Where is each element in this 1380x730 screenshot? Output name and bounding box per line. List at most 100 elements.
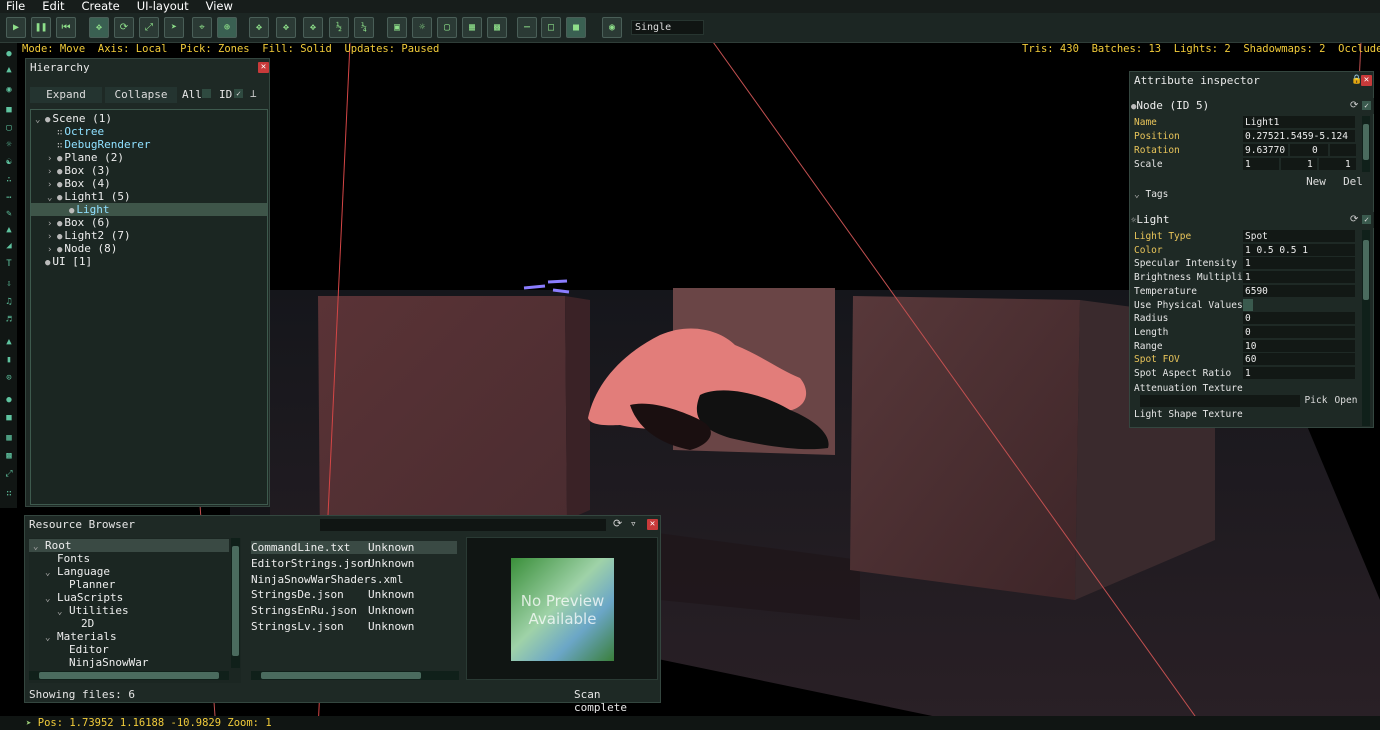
tree-node[interactable]: ∷ DebugRenderer: [31, 138, 267, 151]
reset-icon[interactable]: ⟳: [1350, 98, 1358, 114]
network-icon[interactable]: ⊙: [4, 373, 14, 383]
node-scrollbar[interactable]: [1362, 116, 1370, 172]
close-icon[interactable]: ✕: [258, 62, 269, 73]
physical-values-checkbox[interactable]: [1243, 298, 1253, 311]
scale-tool-icon[interactable]: ⤢: [139, 17, 159, 38]
snap-half-icon[interactable]: ½: [329, 17, 349, 38]
attribute-value[interactable]: 0: [1243, 325, 1355, 338]
menu-create[interactable]: Create: [82, 0, 120, 13]
dir-vscroll[interactable]: [231, 538, 240, 668]
script-icon[interactable]: ▲: [4, 337, 14, 347]
scale-z-field[interactable]: 1: [1319, 158, 1356, 170]
listener-icon[interactable]: ♬: [4, 315, 14, 325]
directory-item[interactable]: NinjaSnowWar: [29, 656, 229, 669]
render-mode-select[interactable]: Single: [631, 20, 704, 35]
attribute-value[interactable]: 10: [1243, 339, 1355, 352]
directory-item[interactable]: ⌄ Root: [29, 539, 229, 552]
pick-zones-icon[interactable]: ▢: [437, 17, 457, 38]
node-section-header[interactable]: ●Node (ID 5) ⟳ ✓: [1131, 98, 1374, 114]
pick-geometry-icon[interactable]: ▣: [387, 17, 407, 38]
zone-icon[interactable]: ▢: [4, 123, 14, 133]
resource-search-input[interactable]: [320, 519, 606, 531]
local-axis-icon[interactable]: ⌖: [192, 17, 212, 38]
attenuation-field[interactable]: [1140, 395, 1300, 407]
snap-scale-icon[interactable]: ✥: [303, 17, 323, 38]
tree-node[interactable]: ⌄ ● Light1 (5): [31, 190, 267, 203]
tree-node[interactable]: › ● Light2 (7): [31, 229, 267, 242]
rotation-z-field[interactable]: 0: [1290, 144, 1328, 156]
all-checkbox[interactable]: [202, 89, 211, 98]
camera-icon[interactable]: ◉: [4, 85, 14, 95]
snap-move-icon[interactable]: ✥: [249, 17, 269, 38]
directory-item[interactable]: ⌄ Utilities: [29, 604, 229, 617]
node-icon[interactable]: ●: [4, 49, 14, 59]
physics-icon[interactable]: ●: [4, 395, 14, 405]
refresh-icon[interactable]: ⟳: [613, 517, 622, 530]
attribute-value[interactable]: 0: [1243, 312, 1355, 325]
attribute-value[interactable]: 1: [1243, 271, 1355, 284]
file-row[interactable]: StringsLv.json Unknown: [251, 620, 457, 633]
rotate-tool-icon[interactable]: ⟳: [114, 17, 134, 38]
position-field[interactable]: 0.27521.5459-5.124: [1243, 130, 1355, 142]
pick-ui-icon[interactable]: ▩: [487, 17, 507, 38]
directory-item[interactable]: Fonts: [29, 552, 229, 565]
reset-icon[interactable]: ⟳: [1350, 212, 1358, 228]
directory-item[interactable]: 2D: [29, 617, 229, 630]
file-row[interactable]: EditorStrings.jsonUnknown: [251, 557, 457, 570]
collapse-button[interactable]: Collapse: [105, 87, 177, 103]
tree-node[interactable]: ∷ Octree: [31, 125, 267, 138]
path-icon[interactable]: ⤢: [4, 469, 14, 479]
create-icon[interactable]: ▲: [4, 65, 14, 75]
enabled-checkbox[interactable]: ✓: [1362, 101, 1371, 110]
light-scrollbar[interactable]: [1362, 230, 1370, 426]
sort-icon[interactable]: ⊥: [250, 87, 257, 100]
directory-item[interactable]: ⌄ LuaScripts: [29, 591, 229, 604]
text-icon[interactable]: T: [4, 259, 14, 269]
particles-icon[interactable]: ∴: [4, 175, 14, 185]
figure-icon[interactable]: ☯: [4, 157, 14, 167]
scale-y-field[interactable]: 1: [1281, 158, 1317, 170]
close-icon[interactable]: ✕: [1361, 75, 1372, 86]
file-row[interactable]: StringsEnRu.json Unknown: [251, 604, 457, 617]
geometry-icon[interactable]: ▦: [4, 433, 14, 443]
pick-rigidbodies-icon[interactable]: ▦: [462, 17, 482, 38]
directory-item[interactable]: ⌄ Language: [29, 565, 229, 578]
expand-button[interactable]: Expand: [30, 87, 102, 103]
scale-x-field[interactable]: 1: [1243, 158, 1279, 170]
menu-ui-layout[interactable]: UI-layout: [137, 0, 189, 13]
close-icon[interactable]: ✕: [647, 519, 658, 530]
restart-icon[interactable]: ⏮: [56, 17, 76, 38]
play-icon[interactable]: ▶: [6, 17, 26, 38]
tree-node[interactable]: › ● Box (4): [31, 177, 267, 190]
file-row[interactable]: CommandLine.txt Unknown: [251, 541, 457, 554]
snap-rotate-icon[interactable]: ✥: [276, 17, 296, 38]
tags-row[interactable]: ⌄ Tags: [1134, 188, 1356, 201]
tree-node[interactable]: ● Light: [31, 203, 267, 216]
brush-icon[interactable]: ✎: [4, 209, 14, 219]
camera-eye-icon[interactable]: ◉: [602, 17, 622, 38]
attribute-value[interactable]: 1 0.5 0.5 1: [1243, 243, 1355, 256]
file-hscroll[interactable]: [251, 671, 459, 680]
model-icon[interactable]: ■: [4, 105, 14, 115]
filter-icon[interactable]: ▿: [630, 517, 637, 530]
tree-node[interactable]: › ● Box (3): [31, 164, 267, 177]
fill-wireframe-icon[interactable]: □: [541, 17, 561, 38]
directory-item[interactable]: Editor: [29, 643, 229, 656]
tree-node[interactable]: › ● Box (6): [31, 216, 267, 229]
tree-node[interactable]: › ● Plane (2): [31, 151, 267, 164]
attribute-value[interactable]: Spot: [1243, 230, 1355, 242]
menu-file[interactable]: File: [6, 0, 25, 13]
collision-icon[interactable]: ■: [4, 413, 14, 423]
enabled-checkbox[interactable]: ✓: [1362, 215, 1371, 224]
light-icon[interactable]: ☼: [4, 140, 14, 150]
world-axis-icon[interactable]: ⊕: [217, 17, 237, 38]
move-tool-icon[interactable]: ✥: [89, 17, 109, 38]
navmesh-icon[interactable]: ◢: [4, 241, 14, 251]
sprite-icon[interactable]: ⇩: [4, 279, 14, 289]
sound-icon[interactable]: ♫: [4, 297, 14, 307]
tree-node[interactable]: ● UI [1]: [31, 255, 267, 268]
directory-item[interactable]: ⌄ Materials: [29, 630, 229, 643]
constraint-icon[interactable]: ▮: [4, 355, 14, 365]
open-button[interactable]: Open: [1332, 394, 1360, 408]
menu-edit[interactable]: Edit: [42, 0, 64, 13]
